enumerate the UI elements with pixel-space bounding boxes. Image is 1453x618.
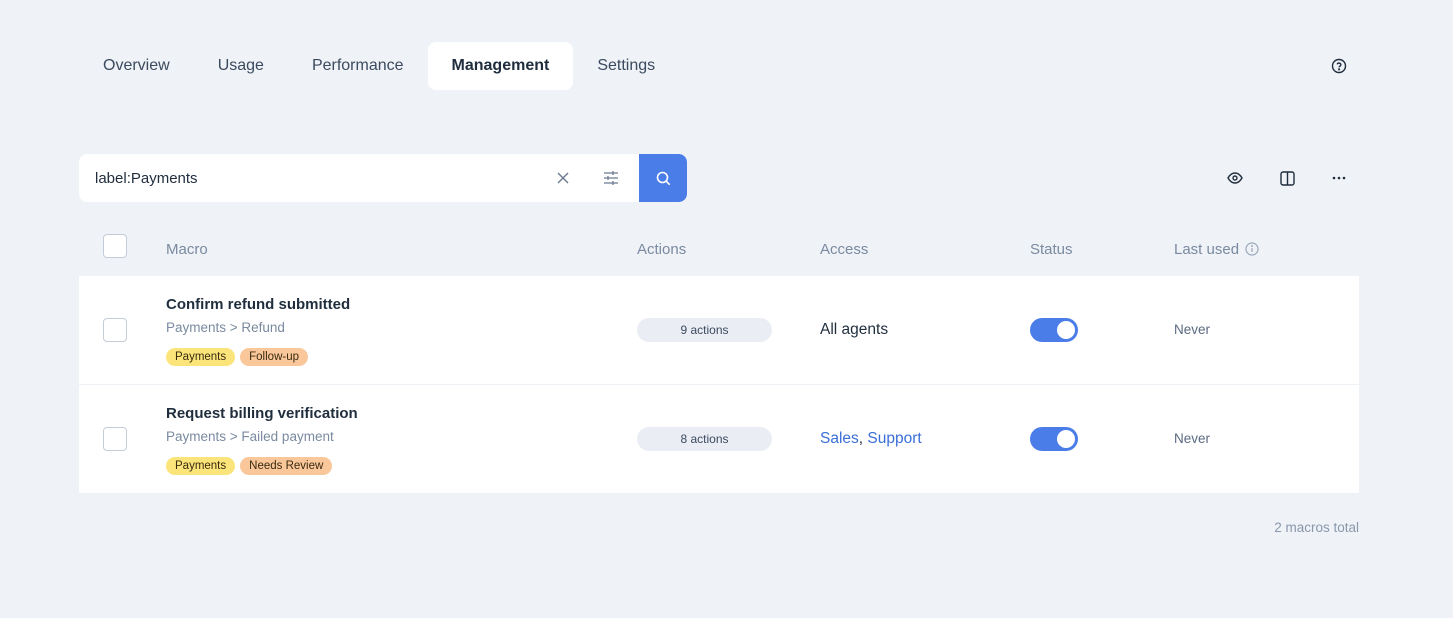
search-icon[interactable] xyxy=(639,154,687,202)
tab-overview[interactable]: Overview xyxy=(79,42,194,90)
header-last-used[interactable]: Last used xyxy=(1174,241,1259,258)
row-checkbox[interactable] xyxy=(103,318,127,342)
sliders-icon[interactable] xyxy=(587,154,635,202)
table-row[interactable]: Confirm refund submitted Payments > Refu… xyxy=(79,276,1359,385)
status-toggle[interactable] xyxy=(1030,427,1078,451)
actions-count-badge[interactable]: 9 actions xyxy=(637,318,772,342)
tab-usage[interactable]: Usage xyxy=(194,42,288,90)
info-icon[interactable] xyxy=(1245,242,1259,256)
view-toolbar xyxy=(1223,166,1351,190)
macros-table: Macro Actions Access Status Last used Co… xyxy=(79,222,1359,494)
macro-title[interactable]: Confirm refund submitted xyxy=(166,296,350,313)
header-access[interactable]: Access xyxy=(820,241,868,258)
more-horizontal-icon[interactable] xyxy=(1327,166,1351,190)
columns-icon[interactable] xyxy=(1275,166,1299,190)
search-input[interactable] xyxy=(79,154,539,202)
macro-path: Payments > Refund xyxy=(166,320,285,335)
macro-title[interactable]: Request billing verification xyxy=(166,405,358,422)
tab-performance[interactable]: Performance xyxy=(288,42,428,90)
access-link-support[interactable]: Support xyxy=(867,430,921,447)
last-used-value: Never xyxy=(1174,431,1211,446)
select-all-checkbox[interactable] xyxy=(103,234,127,258)
tab-bar: Overview Usage Performance Management Se… xyxy=(79,42,679,90)
access-link-sales[interactable]: Sales xyxy=(820,430,859,447)
eye-icon[interactable] xyxy=(1223,166,1247,190)
access-value: Sales, Support xyxy=(820,430,922,447)
tag-list: Payments Follow-up xyxy=(166,348,308,366)
row-checkbox[interactable] xyxy=(103,427,127,451)
table-row[interactable]: Request billing verification Payments > … xyxy=(79,385,1359,494)
last-used-value: Never xyxy=(1174,322,1211,337)
tag-list: Payments Needs Review xyxy=(166,457,333,475)
macro-path: Payments > Failed payment xyxy=(166,429,334,444)
table-header: Macro Actions Access Status Last used xyxy=(79,222,1359,276)
search-bar xyxy=(79,154,687,202)
header-macro[interactable]: Macro xyxy=(166,241,208,258)
tag[interactable]: Needs Review xyxy=(240,457,333,475)
tag[interactable]: Follow-up xyxy=(240,348,308,366)
tag[interactable]: Payments xyxy=(166,457,236,475)
help-icon[interactable] xyxy=(1327,54,1351,78)
macros-total-count: 2 macros total xyxy=(1274,520,1359,535)
access-value: All agents xyxy=(820,321,889,338)
actions-count-badge[interactable]: 8 actions xyxy=(637,427,772,451)
tag[interactable]: Payments xyxy=(166,348,236,366)
tab-management[interactable]: Management xyxy=(427,42,574,90)
status-toggle[interactable] xyxy=(1030,318,1078,342)
tab-settings[interactable]: Settings xyxy=(573,42,679,90)
header-actions[interactable]: Actions xyxy=(637,241,686,258)
close-icon[interactable] xyxy=(539,154,587,202)
header-status[interactable]: Status xyxy=(1030,241,1073,258)
